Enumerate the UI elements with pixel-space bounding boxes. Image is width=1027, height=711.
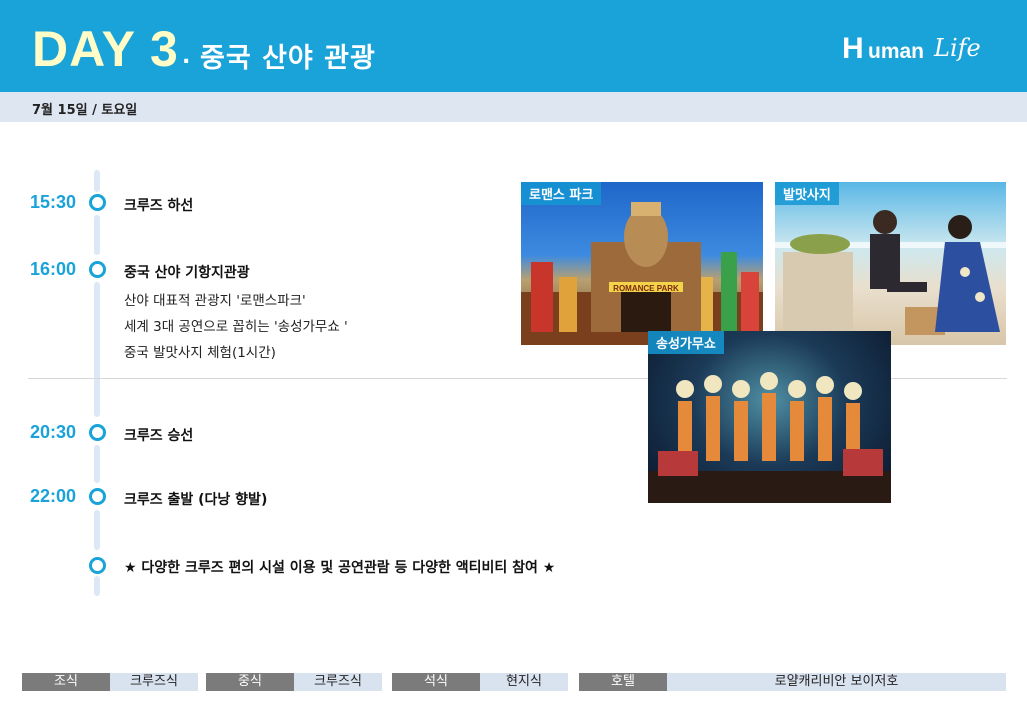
timeline-dot	[89, 557, 106, 574]
page-title: 중국 산야 관광	[200, 43, 376, 74]
event-detail: 중국 발맛사지 체험(1시간)	[124, 345, 276, 361]
time-label: 15:30	[30, 192, 77, 212]
day-separator: .	[182, 44, 191, 69]
songcheng-show-photo: 송성가무쇼	[648, 331, 891, 503]
timeline-line	[94, 510, 100, 550]
logo-h: H	[842, 32, 864, 65]
photo-label: 발맛사지	[775, 182, 839, 205]
timeline-line	[94, 215, 100, 255]
romance-park-photo: ROMANCE PARK 로맨스 파크	[521, 182, 763, 345]
lunch-label: 중식	[206, 673, 294, 691]
day-number: 3	[149, 21, 179, 77]
logo-uman: uman	[868, 40, 925, 63]
timeline-dot	[89, 261, 106, 278]
timeline-line	[94, 282, 100, 417]
romance-park-illustration: ROMANCE PARK	[521, 202, 763, 345]
foot-massage-illustration	[775, 210, 1006, 335]
event-title: 크루즈 하선	[124, 198, 194, 214]
timeline-dot	[89, 424, 106, 441]
event-title: 크루즈 승선	[124, 428, 194, 444]
hotel-value: 로얄캐리비안 보이저호	[667, 673, 1006, 691]
timeline-line	[94, 445, 100, 483]
day-heading: DAY 3	[32, 20, 179, 78]
photo-label: 로맨스 파크	[521, 182, 602, 205]
hotel-label: 호텔	[579, 673, 667, 691]
date-bar: 7월 15일 / 토요일	[0, 92, 1027, 122]
date-label: 7월 15일 / 토요일	[32, 103, 138, 118]
dinner-value: 현지식	[480, 673, 568, 691]
breakfast-label: 조식	[22, 673, 110, 691]
time-label: 16:00	[30, 259, 77, 279]
time-label: 20:30	[30, 422, 77, 442]
event-title: 중국 산야 기항지관광	[124, 265, 250, 281]
header-bar: DAY 3 . 중국 산야 관광 H uman Life	[0, 0, 1027, 92]
logo-life: Life	[934, 34, 981, 62]
day-word: DAY	[32, 21, 136, 77]
photo-label: 송성가무쇼	[648, 331, 724, 354]
dinner-label: 석식	[392, 673, 480, 691]
time-label: 22:00	[30, 486, 77, 506]
songcheng-show-illustration	[648, 372, 891, 503]
event-detail: 세계 3대 공연으로 꼽히는 '송성가무쇼 '	[124, 319, 348, 335]
timeline-dot	[89, 194, 106, 211]
humanlife-logo: H uman Life	[842, 32, 987, 76]
timeline-line	[94, 576, 100, 596]
activity-note: ★ 다양한 크루즈 편의 시설 이용 및 공연관람 등 다양한 액티비티 참여 …	[124, 560, 556, 576]
lunch-value: 크루즈식	[294, 673, 382, 691]
event-title: 크루즈 출발 (다낭 향발)	[124, 492, 268, 508]
timeline-line	[94, 170, 100, 192]
foot-massage-photo: 발맛사지	[775, 182, 1006, 345]
breakfast-value: 크루즈식	[110, 673, 198, 691]
event-detail: 산야 대표적 관광지 '로맨스파크'	[124, 293, 306, 309]
romance-park-sign: ROMANCE PARK	[613, 284, 679, 293]
timeline-dot	[89, 488, 106, 505]
